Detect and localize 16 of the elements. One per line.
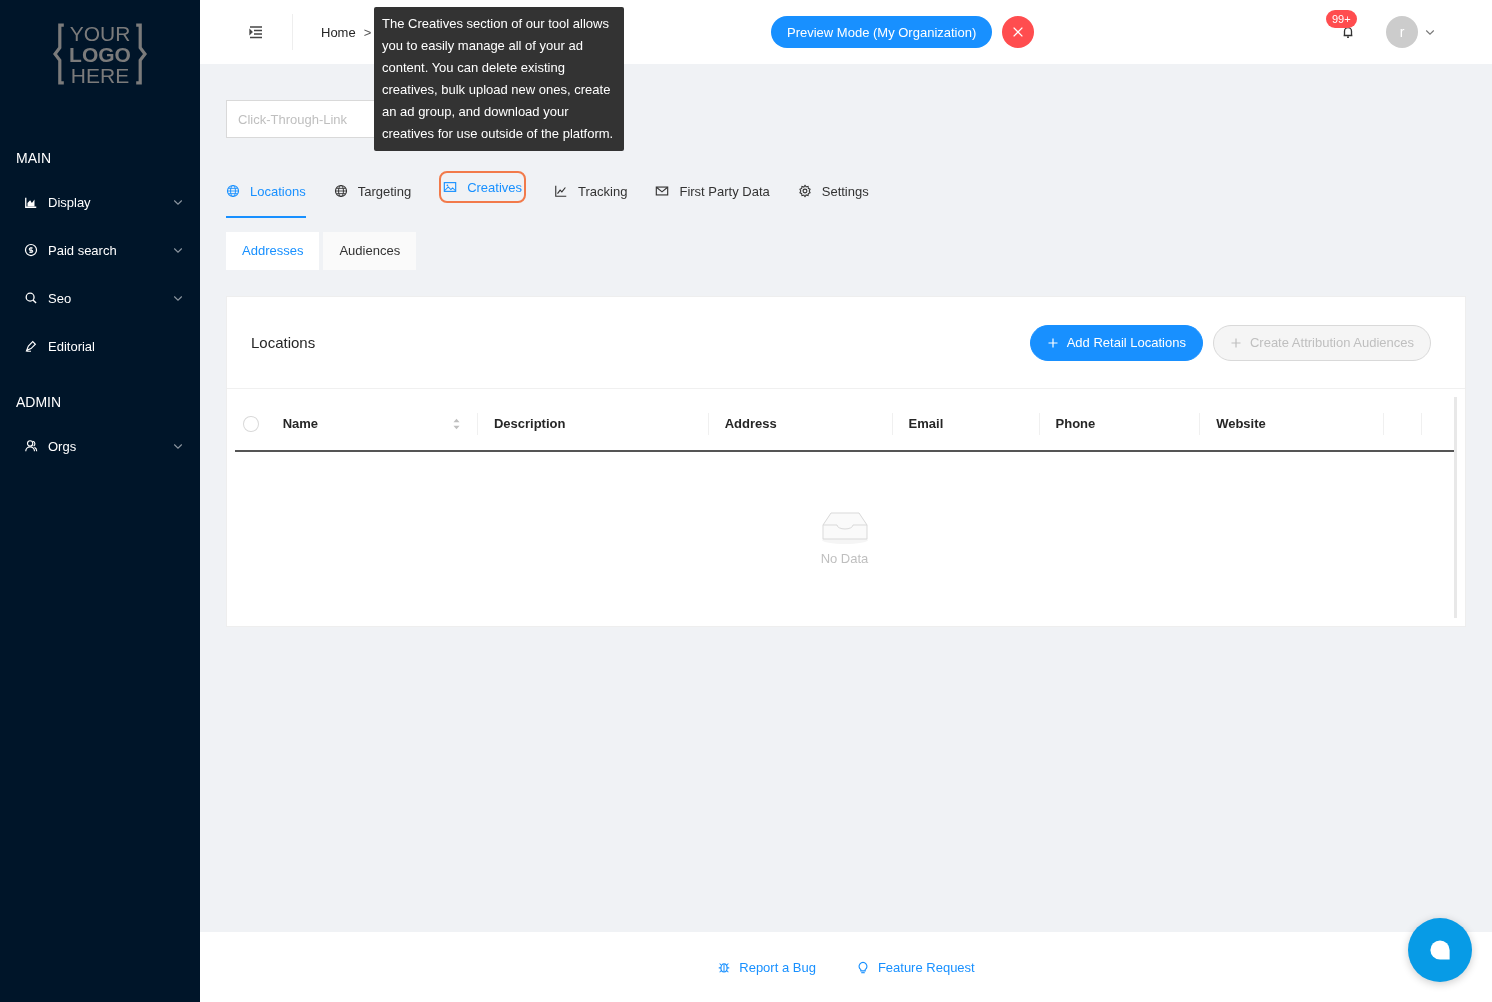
tooltip: The Creatives section of our tool allows you to easily manage all of your ad content. You can delete existing creatives, bulk upload new ones, create an ad group, and download your creatives for use outside of the platform.: [374, 7, 624, 151]
empty-state-text: No Data: [820, 550, 869, 566]
logo-text: YOUR: [69, 22, 131, 44]
column-header: Email: [892, 412, 1040, 435]
column-header: Name: [282, 412, 478, 435]
logo-text: LOGO: [69, 43, 131, 65]
column-header: Phone: [1039, 412, 1201, 435]
breadcrumb-separator: >: [363, 24, 372, 40]
section-title: MAIN: [15, 149, 52, 168]
notification-count: 99+: [1326, 10, 1357, 28]
column-header: Website: [1200, 412, 1385, 435]
column-header: Address: [708, 412, 893, 435]
column-header: Description: [477, 412, 709, 435]
logo-text: HERE: [70, 64, 130, 86]
card-title: Locations: [251, 334, 317, 351]
section-title: ADMIN: [15, 393, 63, 412]
